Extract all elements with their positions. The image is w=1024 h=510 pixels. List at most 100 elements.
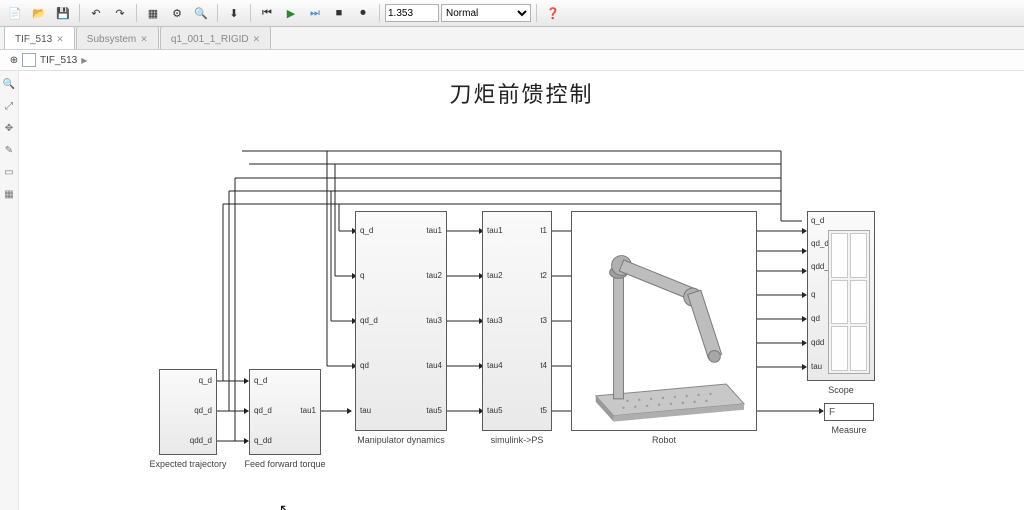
tab-label: q1_001_1_RIGID xyxy=(171,34,249,45)
port-label: tau5 xyxy=(487,406,503,415)
port-label: tau4 xyxy=(426,361,442,370)
block-caption: Expected trajectory xyxy=(149,459,226,469)
stop-time-input[interactable] xyxy=(385,4,439,22)
model-hierarchy-icon[interactable]: ⊕ xyxy=(6,52,22,68)
tab-label: Subsystem xyxy=(87,34,136,45)
record-icon[interactable]: ⏺ xyxy=(352,2,374,24)
main-area: 🔍 ⤢ ✥ ✎ ▭ ▦ 刀炬前馈控制 xyxy=(0,71,1024,510)
tab-subsystem[interactable]: Subsystem ✕ xyxy=(76,26,159,49)
port-label: t1 xyxy=(540,226,547,235)
block-expected-trajectory[interactable]: q_d qd_d qdd_d xyxy=(159,369,217,455)
robot-arm-icon xyxy=(578,218,750,424)
port-label: t2 xyxy=(540,271,547,280)
port-label: qd_d xyxy=(360,316,378,325)
block-caption: Manipulator dynamics xyxy=(357,435,445,445)
tab-label: TIF_513 xyxy=(15,34,52,45)
port-label: q xyxy=(360,271,364,280)
zoom-icon[interactable]: 🔍 xyxy=(2,77,16,91)
library-browser-icon[interactable]: ▦ xyxy=(142,2,164,24)
block-scope[interactable]: q_d qd_d qdd_d q qd qdd tau xyxy=(807,211,875,381)
port-label: tau4 xyxy=(487,361,503,370)
port-label: q_d xyxy=(811,216,824,225)
port-label: tau1 xyxy=(300,406,316,415)
close-icon[interactable]: ✕ xyxy=(56,34,64,45)
model-explorer-icon[interactable]: 🔍 xyxy=(190,2,212,24)
block-manipulator-dynamics[interactable]: q_d q qd_d qd tau tau1 tau2 tau3 tau4 ta… xyxy=(355,211,447,431)
toolbar-separator xyxy=(217,4,218,22)
port-label: qd xyxy=(360,361,369,370)
diagram-title: 刀炬前馈控制 xyxy=(449,77,593,109)
port-label: qd_d xyxy=(254,406,272,415)
block-simulink-ps[interactable]: tau1 tau2 tau3 tau4 tau5 t1 t2 t3 t4 t5 xyxy=(482,211,552,431)
block-measure[interactable]: F xyxy=(824,403,874,421)
block-caption: Scope xyxy=(828,385,854,395)
undo-icon[interactable]: ↶ xyxy=(85,2,107,24)
tab-rigid[interactable]: q1_001_1_RIGID ✕ xyxy=(160,26,271,49)
port-label: tau5 xyxy=(426,406,442,415)
toolbar-separator xyxy=(136,4,137,22)
help-icon[interactable]: ❓ xyxy=(542,2,564,24)
port-label: q_d xyxy=(199,376,212,385)
fit-icon[interactable]: ⤢ xyxy=(2,99,16,113)
port-label: qd_d xyxy=(811,239,829,248)
step-forward-icon[interactable]: ⏭ xyxy=(304,2,326,24)
model-icon xyxy=(22,53,36,67)
main-toolbar: 📄 📂 💾 ↶ ↷ ▦ ⚙ 🔍 ⬇ ⏮ ▶ ⏭ ■ ⏺ Normal ❓ xyxy=(0,0,1024,27)
palette-bar: 🔍 ⤢ ✥ ✎ ▭ ▦ xyxy=(0,71,19,510)
port-label: q_d xyxy=(254,376,267,385)
pan-icon[interactable]: ✥ xyxy=(2,121,16,135)
port-label: q xyxy=(811,290,815,299)
annotate-icon[interactable]: ✎ xyxy=(2,143,16,157)
port-label: tau xyxy=(811,362,822,371)
port-label: tau xyxy=(360,406,371,415)
breadcrumb: ⊕ TIF_513 ▶ xyxy=(0,50,1024,71)
document-tabbar: TIF_513 ✕ Subsystem ✕ q1_001_1_RIGID ✕ xyxy=(0,27,1024,50)
port-label: tau2 xyxy=(426,271,442,280)
toolbar-separator xyxy=(79,4,80,22)
area-icon[interactable]: ▭ xyxy=(2,165,16,179)
block-caption: Robot xyxy=(652,435,676,445)
model-canvas[interactable]: 刀炬前馈控制 xyxy=(19,71,1024,510)
port-label: tau1 xyxy=(487,226,503,235)
port-label: t4 xyxy=(540,361,547,370)
port-label: tau3 xyxy=(487,316,503,325)
step-back-icon[interactable]: ⏮ xyxy=(256,2,278,24)
close-icon[interactable]: ✕ xyxy=(253,34,261,45)
breadcrumb-model[interactable]: TIF_513 xyxy=(40,55,77,66)
toolbar-separator xyxy=(250,4,251,22)
block-caption: Feed forward torque xyxy=(244,459,325,469)
port-label: t5 xyxy=(540,406,547,415)
block-feed-forward-torque[interactable]: q_d qd_d q_dd tau1 xyxy=(249,369,321,455)
chevron-right-icon: ▶ xyxy=(81,56,87,65)
block-robot[interactable] xyxy=(571,211,757,431)
model-config-icon[interactable]: ⚙ xyxy=(166,2,188,24)
stop-icon[interactable]: ■ xyxy=(328,2,350,24)
tab-tif513[interactable]: TIF_513 ✕ xyxy=(4,26,75,49)
image-icon[interactable]: ▦ xyxy=(2,187,16,201)
block-caption: simulink->PS xyxy=(491,435,544,445)
port-label: qd xyxy=(811,314,820,323)
scope-preview-icon xyxy=(828,230,870,374)
port-label: q_d xyxy=(360,226,373,235)
redo-icon[interactable]: ↷ xyxy=(109,2,131,24)
open-folder-icon[interactable]: 📂 xyxy=(28,2,50,24)
toolbar-separator xyxy=(536,4,537,22)
port-label: tau2 xyxy=(487,271,503,280)
port-label: tau3 xyxy=(426,316,442,325)
block-caption: Measure xyxy=(831,425,866,435)
new-file-icon[interactable]: 📄 xyxy=(4,2,26,24)
cursor-icon: ↖ xyxy=(279,501,291,510)
port-label: qdd_d xyxy=(190,436,212,445)
simulation-mode-select[interactable]: Normal xyxy=(441,4,531,22)
build-icon[interactable]: ⬇ xyxy=(223,2,245,24)
run-icon[interactable]: ▶ xyxy=(280,2,302,24)
port-label: q_dd xyxy=(254,436,272,445)
save-icon[interactable]: 💾 xyxy=(52,2,74,24)
port-label: qdd xyxy=(811,338,824,347)
measure-value-label: F xyxy=(829,407,835,418)
port-label: t3 xyxy=(540,316,547,325)
port-label: tau1 xyxy=(426,226,442,235)
port-label: qd_d xyxy=(194,406,212,415)
close-icon[interactable]: ✕ xyxy=(140,34,148,45)
toolbar-separator xyxy=(379,4,380,22)
